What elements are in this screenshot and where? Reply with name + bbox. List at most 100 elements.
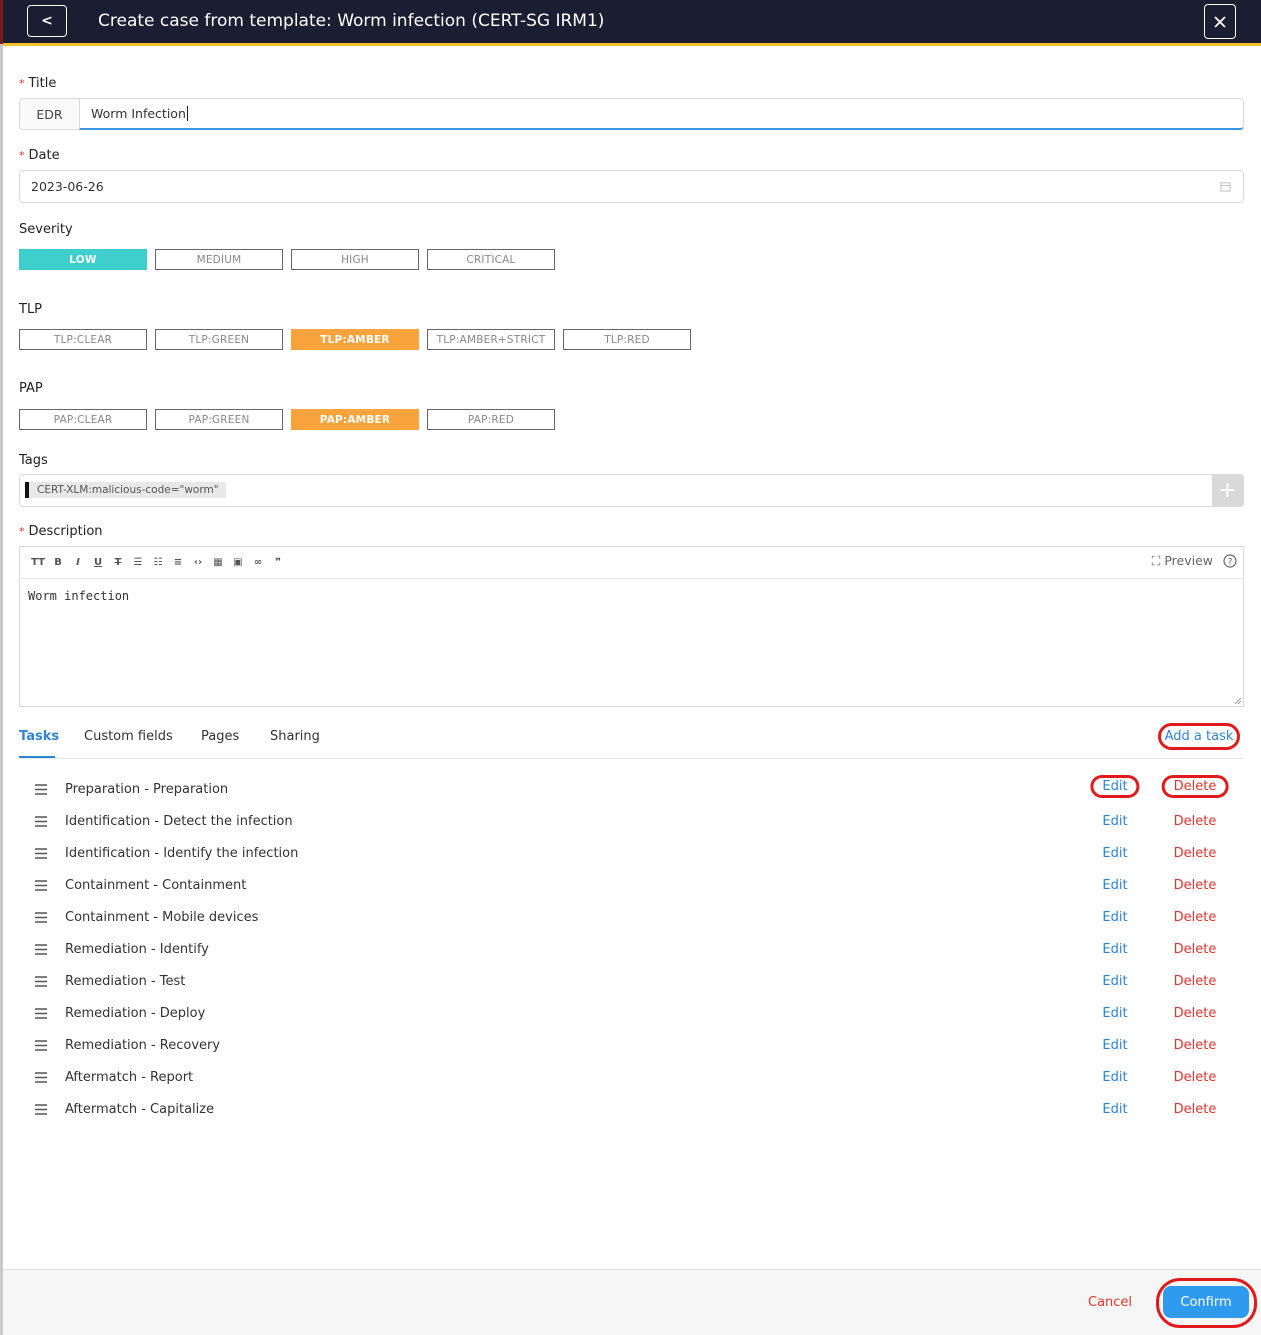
pap-amber-button[interactable]: PAP:AMBER <box>291 409 419 430</box>
tlp-amber-strict-button[interactable]: TLP:AMBER+STRICT <box>427 329 555 350</box>
edit-task-button[interactable]: Edit <box>1102 910 1127 925</box>
drag-handle-icon[interactable] <box>35 912 47 923</box>
pap-green-button[interactable]: PAP:GREEN <box>155 409 283 430</box>
delete-task-button[interactable]: Delete <box>1161 775 1229 798</box>
delete-task-button[interactable]: Delete <box>1174 1006 1217 1021</box>
code-icon[interactable]: ‹› <box>188 553 208 573</box>
task-row: Remediation - Recovery Edit Delete <box>19 1030 1244 1062</box>
title-prefix-addon: EDR <box>19 98 79 130</box>
task-label: Aftermatch - Capitalize <box>65 1102 215 1117</box>
tab-sharing[interactable]: Sharing <box>270 729 320 744</box>
description-label: * Description <box>19 524 103 539</box>
task-row: Remediation - Deploy Edit Delete <box>19 998 1244 1030</box>
pap-label: PAP <box>19 381 43 396</box>
tab-pages[interactable]: Pages <box>201 729 239 744</box>
help-icon[interactable]: ? <box>1223 554 1237 568</box>
pap-clear-button[interactable]: PAP:CLEAR <box>19 409 147 430</box>
delete-task-button[interactable]: Delete <box>1174 910 1217 925</box>
date-input[interactable]: 2023-06-26 <box>19 170 1244 203</box>
modal-footer: Cancel Confirm <box>3 1269 1261 1335</box>
drag-handle-icon[interactable] <box>35 1008 47 1019</box>
underline-icon[interactable]: U <box>88 553 108 573</box>
add-task-button[interactable]: Add a task <box>1158 723 1240 750</box>
tlp-green-button[interactable]: TLP:GREEN <box>155 329 283 350</box>
severity-critical-button[interactable]: CRITICAL <box>427 249 555 270</box>
delete-task-button[interactable]: Delete <box>1174 1038 1217 1053</box>
severity-low-button[interactable]: LOW <box>19 249 147 270</box>
drag-handle-icon[interactable] <box>35 944 47 955</box>
cancel-button[interactable]: Cancel <box>1088 1295 1132 1310</box>
calendar-icon <box>1220 182 1231 192</box>
edit-task-button[interactable]: Edit <box>1102 1070 1127 1085</box>
title-input[interactable]: Worm Infection <box>79 98 1244 130</box>
modal-title: Create case from template: Worm infectio… <box>98 11 605 31</box>
delete-task-button[interactable]: Delete <box>1174 974 1217 989</box>
tlp-amber-button[interactable]: TLP:AMBER <box>291 329 419 350</box>
drag-handle-icon[interactable] <box>35 848 47 859</box>
case-tabs: Tasks Custom fields Pages Sharing Add a … <box>19 718 1244 759</box>
tlp-label: TLP <box>19 302 43 317</box>
link-icon[interactable]: ∞ <box>248 553 268 573</box>
back-button[interactable]: < <box>27 5 67 37</box>
task-label: Aftermatch - Report <box>65 1070 194 1085</box>
strikethrough-icon[interactable]: T <box>108 553 128 573</box>
delete-task-button[interactable]: Delete <box>1174 878 1217 893</box>
task-label: Remediation - Recovery <box>65 1038 221 1053</box>
table-icon[interactable]: ▦ <box>208 553 228 573</box>
drag-handle-icon[interactable] <box>35 976 47 987</box>
edit-task-button[interactable]: Edit <box>1102 974 1127 989</box>
tab-custom-fields[interactable]: Custom fields <box>84 729 173 744</box>
close-button[interactable] <box>1204 4 1236 39</box>
drag-handle-icon[interactable] <box>35 816 47 827</box>
description-textarea[interactable]: Worm infection <box>20 579 1243 613</box>
fullscreen-icon: ⛶ <box>1151 553 1161 568</box>
add-tag-button[interactable]: + <box>1212 475 1243 506</box>
tlp-clear-button[interactable]: TLP:CLEAR <box>19 329 147 350</box>
delete-task-button[interactable]: Delete <box>1174 1070 1217 1085</box>
delete-task-button[interactable]: Delete <box>1174 846 1217 861</box>
drag-handle-icon[interactable] <box>35 1104 47 1115</box>
resize-handle-icon[interactable] <box>1233 696 1241 704</box>
delete-task-button[interactable]: Delete <box>1174 814 1217 829</box>
drag-handle-icon[interactable] <box>35 1072 47 1083</box>
edit-task-button[interactable]: Edit <box>1102 846 1127 861</box>
edit-task-button[interactable]: Edit <box>1102 1102 1127 1117</box>
tag-chip[interactable]: CERT-XLM:malicious-code="worm" <box>25 482 226 498</box>
tab-tasks[interactable]: Tasks <box>19 729 59 744</box>
quote-icon[interactable]: ❞ <box>268 553 288 573</box>
image-icon[interactable]: ▣ <box>228 553 248 573</box>
plus-icon: + <box>1218 478 1237 503</box>
pap-red-button[interactable]: PAP:RED <box>427 409 555 430</box>
task-label: Identification - Identify the infection <box>65 846 299 861</box>
italic-icon[interactable]: I <box>68 553 88 573</box>
tags-input[interactable]: CERT-XLM:malicious-code="worm" + <box>19 474 1244 507</box>
severity-medium-button[interactable]: MEDIUM <box>155 249 283 270</box>
create-case-modal: < Create case from template: Worm infect… <box>0 0 1261 1335</box>
drag-handle-icon[interactable] <box>35 880 47 891</box>
edit-task-button[interactable]: Edit <box>1102 1006 1127 1021</box>
edit-task-button[interactable]: Edit <box>1090 775 1140 798</box>
delete-task-button[interactable]: Delete <box>1174 942 1217 957</box>
drag-handle-icon[interactable] <box>35 1040 47 1051</box>
task-label: Containment - Containment <box>65 878 247 893</box>
tlp-red-button[interactable]: TLP:RED <box>563 329 691 350</box>
numbered-list-icon[interactable]: ☷ <box>148 553 168 573</box>
bullet-list-icon[interactable]: ☰ <box>128 553 148 573</box>
edit-task-button[interactable]: Edit <box>1102 1038 1127 1053</box>
task-row: Remediation - Test Edit Delete <box>19 966 1244 998</box>
text-caret <box>186 106 188 121</box>
confirm-button[interactable]: Confirm <box>1163 1286 1249 1318</box>
heading-icon[interactable]: TT <box>28 553 48 573</box>
severity-high-button[interactable]: HIGH <box>291 249 419 270</box>
wrap-icon[interactable]: ≡ <box>168 553 188 573</box>
bold-icon[interactable]: B <box>48 553 68 573</box>
edit-task-button[interactable]: Edit <box>1102 878 1127 893</box>
title-label: * Title <box>19 76 57 91</box>
edit-task-button[interactable]: Edit <box>1102 814 1127 829</box>
preview-toggle[interactable]: ⛶ Preview <box>1152 553 1213 569</box>
task-label: Containment - Mobile devices <box>65 910 259 925</box>
edit-task-button[interactable]: Edit <box>1102 942 1127 957</box>
drag-handle-icon[interactable] <box>35 784 47 795</box>
delete-task-button[interactable]: Delete <box>1174 1102 1217 1117</box>
task-row: Remediation - Identify Edit Delete <box>19 934 1244 966</box>
